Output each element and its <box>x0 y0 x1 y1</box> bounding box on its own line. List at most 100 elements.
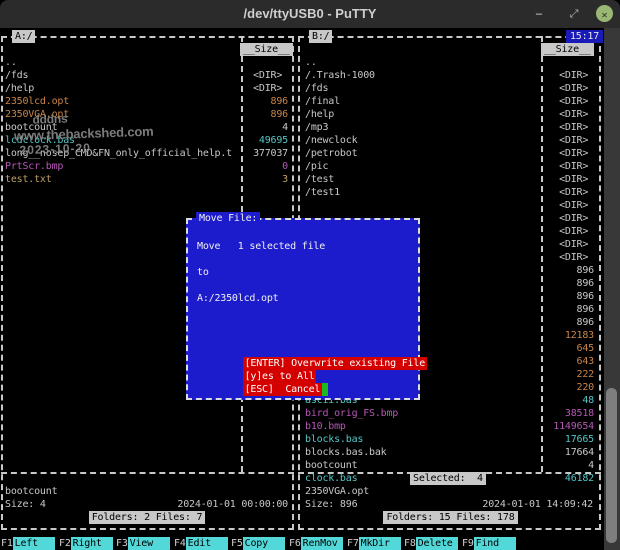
file-name: 2350lcd.opt <box>2 95 238 108</box>
fkey-number: F7 <box>347 537 359 550</box>
file-row[interactable]: /help<DIR> <box>302 108 599 121</box>
file-row[interactable]: /newclock<DIR> <box>302 134 599 147</box>
file-row[interactable]: blocks.bas.bak17664 <box>302 446 599 459</box>
fkey-label: Find <box>474 537 516 550</box>
panel-right-summary: Folders: 15 Files: 178 <box>383 511 517 524</box>
file-name: test.txt <box>2 173 238 186</box>
fkey-label: Edit <box>186 537 228 550</box>
fkey-number: F3 <box>116 537 128 550</box>
fkey-number: F2 <box>59 537 71 550</box>
fkey-mkdir[interactable]: F7MkDir <box>347 537 401 550</box>
file-size: 48 <box>539 394 599 407</box>
file-size: <DIR> <box>539 186 599 199</box>
file-name: /pic <box>302 160 539 173</box>
fkey-right[interactable]: F2Right <box>59 537 113 550</box>
restore-icon: ⤢ <box>570 7 579 20</box>
text-cursor <box>322 383 328 396</box>
fkey-label: View <box>128 537 170 550</box>
file-name: bootcount <box>302 459 539 472</box>
panel-left-info-size-row: Size: 4 2024-01-01 00:00:00 <box>2 498 292 511</box>
file-row[interactable]: .. <box>2 56 292 69</box>
file-name: PrtScr.bmp <box>2 160 238 173</box>
file-size: 643 <box>539 355 599 368</box>
file-row[interactable]: b10.bmp1149654 <box>302 420 599 433</box>
file-row[interactable]: /fds<DIR> <box>2 69 292 82</box>
fkey-edit[interactable]: F4Edit <box>174 537 228 550</box>
scrollbar[interactable] <box>604 28 620 550</box>
file-row[interactable] <box>2 407 292 420</box>
dialog-title: Move File: <box>196 212 260 225</box>
file-size: <DIR> <box>238 82 292 95</box>
dialog-message-line2: to <box>197 266 209 279</box>
file-size: 17664 <box>539 446 599 459</box>
file-size: <DIR> <box>539 251 599 264</box>
file-row[interactable] <box>2 199 292 212</box>
file-name: /fds <box>2 69 238 82</box>
dialog-action-overwrite[interactable]: [ENTER] Overwrite existing File <box>196 344 427 357</box>
file-name: /newclock <box>302 134 539 147</box>
fkey-label: RenMov <box>301 537 343 550</box>
file-size: 896 <box>539 290 599 303</box>
file-size <box>238 420 292 433</box>
spacer <box>46 498 178 511</box>
panel-left-summary: Folders: 2 Files: 7 <box>89 511 206 524</box>
file-row[interactable]: /.Trash-1000<DIR> <box>302 69 599 82</box>
panel-right-drive-label[interactable]: B:/ <box>309 30 332 43</box>
file-size: <DIR> <box>539 82 599 95</box>
file-row[interactable]: /fds<DIR> <box>302 82 599 95</box>
file-row[interactable]: PrtScr.bmp0 <box>2 160 292 173</box>
file-row[interactable]: test.txt3 <box>2 173 292 186</box>
file-name: blocks.bas <box>302 433 539 446</box>
file-row[interactable]: /help<DIR> <box>2 82 292 95</box>
restore-button[interactable]: ⤢ <box>565 5 583 23</box>
file-row[interactable]: <DIR> <box>302 199 599 212</box>
file-row[interactable]: /final<DIR> <box>302 95 599 108</box>
file-size: 1149654 <box>539 420 599 433</box>
file-size: 220 <box>539 381 599 394</box>
fkey-renmov[interactable]: F6RenMov <box>289 537 343 550</box>
file-size: <DIR> <box>539 173 599 186</box>
file-name: /petrobot <box>302 147 539 160</box>
file-name: /test <box>302 173 539 186</box>
fkey-number: F4 <box>174 537 186 550</box>
file-row[interactable] <box>2 433 292 446</box>
fkey-number: F1 <box>1 537 13 550</box>
file-row[interactable]: bootcount4 <box>302 459 599 472</box>
scrollbar-thumb[interactable] <box>606 388 617 543</box>
file-row[interactable]: blocks.bas17665 <box>302 433 599 446</box>
fkey-view[interactable]: F3View <box>116 537 170 550</box>
fkey-find[interactable]: F9Find <box>462 537 516 550</box>
fkey-left[interactable]: F1Left <box>1 537 55 550</box>
dialog-action-yes-all[interactable]: [y]es to All <box>196 357 316 370</box>
file-name: bird_orig_FS.bmp <box>302 407 539 420</box>
file-size: <DIR> <box>539 121 599 134</box>
file-row[interactable]: /test1<DIR> <box>302 186 599 199</box>
file-size: 3 <box>238 173 292 186</box>
panel-left-info-date: 2024-01-01 00:00:00 <box>177 498 292 511</box>
panel-right-size-header: __Size__ <box>541 43 594 56</box>
file-row[interactable]: /test<DIR> <box>302 173 599 186</box>
file-size: 4 <box>238 121 292 134</box>
fkey-number: F9 <box>462 537 474 550</box>
file-row[interactable]: /mp3<DIR> <box>302 121 599 134</box>
file-row[interactable]: /pic<DIR> <box>302 160 599 173</box>
fkey-label: Delete <box>416 537 458 550</box>
file-row[interactable] <box>2 446 292 459</box>
fkey-delete[interactable]: F8Delete <box>404 537 458 550</box>
file-row[interactable]: /petrobot<DIR> <box>302 147 599 160</box>
fkey-copy[interactable]: F5Copy <box>231 537 285 550</box>
close-button[interactable]: ✕ <box>596 5 613 22</box>
file-row[interactable] <box>2 472 292 485</box>
file-size <box>238 459 292 472</box>
panel-left-drive-label[interactable]: A:/ <box>12 30 35 43</box>
file-size: 222 <box>539 368 599 381</box>
file-row[interactable] <box>2 420 292 433</box>
file-name: /test1 <box>302 186 539 199</box>
minimize-button[interactable]: − <box>530 5 548 23</box>
dialog-action-cancel[interactable]: [ESC] Cancel <box>196 370 328 383</box>
file-row[interactable]: .. <box>302 56 599 69</box>
file-row[interactable]: 2350lcd.opt896 <box>2 95 292 108</box>
file-row[interactable] <box>2 459 292 472</box>
file-row[interactable] <box>2 186 292 199</box>
file-row[interactable]: bird_orig_FS.bmp38518 <box>302 407 599 420</box>
